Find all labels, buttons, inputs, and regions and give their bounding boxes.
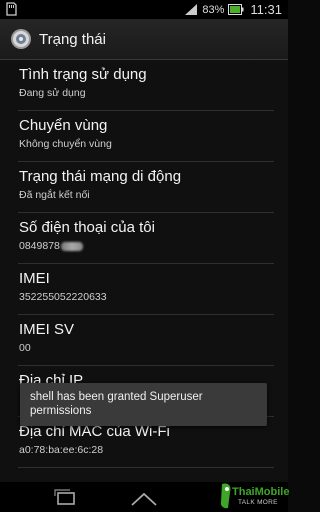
sd-card-icon (6, 2, 17, 16)
list-item-imei-sv[interactable]: IMEI SV 00 (18, 315, 274, 366)
watermark-brand: ThaiMobile (232, 486, 290, 498)
home-icon[interactable] (129, 488, 159, 508)
item-value: Đã ngắt kết nối (19, 189, 90, 201)
item-value: 352255052220633 (19, 291, 107, 303)
superuser-toast: shell has been granted Superuser permiss… (20, 383, 267, 426)
item-label: Trạng thái mạng di động (19, 168, 182, 185)
list-item-usage-state[interactable]: Tình trạng sử dụng Đang sử dụng (18, 60, 274, 111)
item-value: 00 (19, 342, 31, 354)
item-value: a0:78:ba:ee:6c:28 (19, 444, 104, 456)
item-value: Đang sử dụng (19, 87, 86, 99)
page-title: Trạng thái (39, 30, 106, 48)
status-bar: 83% 11:31 (0, 0, 288, 19)
battery-percent: 83% (202, 3, 225, 16)
watermark-tagline: TALK MORE (238, 499, 278, 506)
item-label: Tình trạng sử dụng (19, 66, 147, 83)
watermark-logo: ThaiMobile TALK MORE (210, 478, 290, 512)
settings-app-icon[interactable] (10, 28, 32, 50)
item-label: IMEI (19, 270, 50, 287)
clock: 11:31 (250, 2, 282, 17)
signal-icon (185, 4, 198, 15)
list-item-mobile-network-state[interactable]: Trạng thái mạng di động Đã ngắt kết nối (18, 162, 274, 213)
item-label: Chuyển vùng (19, 117, 108, 134)
recent-apps-icon[interactable] (50, 488, 80, 508)
phone-number-text: 0849878 (19, 240, 60, 252)
list-item-imei[interactable]: IMEI 352255052220633 (18, 264, 274, 315)
action-bar: Trạng thái (0, 19, 288, 60)
redacted-blur (60, 241, 83, 251)
list-item-roaming[interactable]: Chuyển vùng Không chuyển vùng (18, 111, 274, 162)
item-value: 0849878 (19, 240, 83, 252)
list-item-phone-number[interactable]: Số điện thoại của tôi 0849878 (18, 213, 274, 264)
item-value: Không chuyển vùng (19, 138, 112, 150)
item-label: Số điện thoại của tôi (19, 219, 155, 236)
battery-icon (228, 4, 244, 15)
item-label: IMEI SV (19, 321, 75, 338)
